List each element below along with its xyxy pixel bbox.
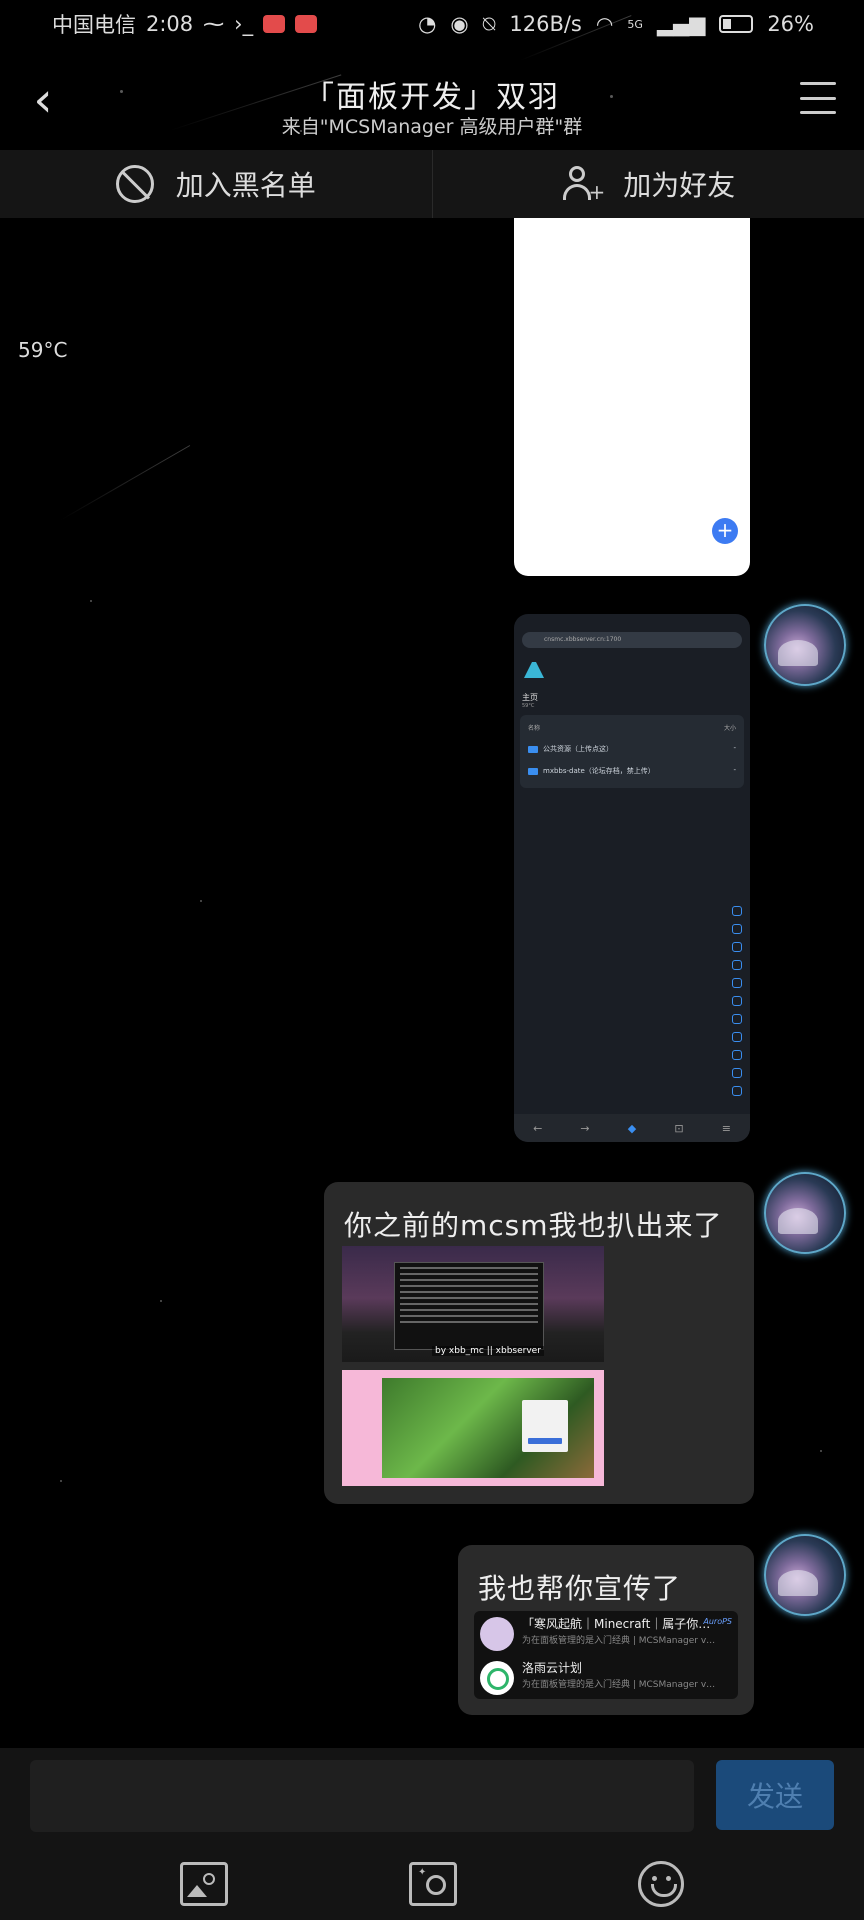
notification-icon: [295, 15, 318, 33]
message-bubble[interactable]: 你之前的mcsm我也扒出来了 by xbb_mc || xbbserver: [324, 1182, 754, 1504]
composer: 发送: [0, 1748, 864, 1920]
image-message[interactable]: +: [514, 218, 750, 576]
message-text: 你之前的mcsm我也扒出来了: [344, 1209, 723, 1242]
mute-bell-icon: ⍉: [482, 11, 496, 36]
arrow-right-icon: →: [580, 1121, 590, 1135]
shared-cards[interactable]: 「寒风起航｜Minecraft｜属子你… AuroPS 为在面板管理的是入门经典…: [474, 1611, 738, 1699]
status-right: ◔ ◉ ⍉ 126B/s ◠ 5G ▂▄▆ 26%: [418, 12, 814, 37]
file-table: 名称 大小 公共资源（上传点这） - mxbbs-date（论坛存档，禁上传） …: [520, 715, 744, 788]
send-button[interactable]: 发送: [716, 1760, 834, 1830]
activity-icon: ⁓: [203, 12, 225, 36]
card-avatar: [480, 1617, 514, 1651]
screenshot-home-label: 主页: [522, 693, 538, 702]
action-bar: 加入黑名单 + 加为好友: [0, 150, 864, 218]
wifi-icon: ◠: [595, 12, 614, 36]
avatar[interactable]: [764, 1172, 846, 1254]
notification-icon: [263, 15, 286, 33]
eye-icon: ◉: [450, 12, 469, 36]
app-logo-icon: [524, 662, 544, 678]
tabs-icon: ⊡: [674, 1121, 684, 1135]
terminal-icon: ›_: [234, 12, 254, 36]
screenshot-status-bar: [514, 614, 750, 628]
message-input[interactable]: [30, 1760, 694, 1832]
status-left: 中国电信 2:08 ⁓ ›_: [52, 9, 318, 39]
signal-bars-icon: ▂▄▆: [656, 12, 706, 36]
composer-toolbar: [0, 1856, 864, 1912]
embedded-image[interactable]: by xbb_mc || xbbserver: [342, 1246, 604, 1362]
login-dialog: [522, 1400, 568, 1452]
avatar[interactable]: [764, 1534, 846, 1616]
message-bubble[interactable]: 我也帮你宣传了 「寒风起航｜Minecraft｜属子你… AuroPS 为在面板…: [458, 1545, 754, 1715]
message-text: 我也帮你宣传了: [478, 1572, 682, 1605]
list-item[interactable]: 「寒风起航｜Minecraft｜属子你… AuroPS 为在面板管理的是入门经典…: [474, 1611, 738, 1655]
network-speed: 126B/s: [509, 12, 582, 36]
arrow-left-icon: ←: [533, 1121, 543, 1135]
folder-icon: [528, 767, 538, 775]
page-subtitle: 来自"MCSManager 高级用户群"群: [281, 116, 583, 138]
add-user-icon: +: [561, 164, 605, 204]
floating-temperature: 59°C: [18, 338, 68, 362]
emoji-icon[interactable]: [637, 1861, 684, 1907]
carrier-label: 中国电信: [52, 13, 136, 37]
menu-icon: ≡: [721, 1121, 731, 1135]
chat-header: ‹ 「面板开发」双羽 来自"MCSManager 高级用户群"群: [0, 60, 864, 140]
screenshot-side-toolbar: [732, 906, 742, 1096]
embedded-image[interactable]: [342, 1370, 604, 1486]
screenshot-home-sub: 59°C: [522, 703, 535, 709]
status-bar: 中国电信 2:08 ⁓ ›_ ◔ ◉ ⍉ 126B/s ◠ 5G ▂▄▆ 26%: [0, 0, 864, 48]
browser-icon: ◆: [627, 1121, 637, 1135]
ban-icon: [115, 165, 154, 203]
page-title: 「面板开发」双羽: [304, 80, 560, 115]
table-row: mxbbs-date（论坛存档，禁上传） -: [526, 760, 738, 782]
image-caption: by xbb_mc || xbbserver: [432, 1346, 544, 1356]
table-row: 公共资源（上传点这） -: [526, 738, 738, 760]
table-header: 名称 大小: [528, 725, 736, 732]
cloud-logo-icon: [480, 1661, 514, 1695]
terminal-window: [394, 1262, 544, 1350]
list-item[interactable]: 洛雨云计划 为在面板管理的是入门经典 | MCSManager v…: [474, 1655, 738, 1699]
screenshot-url-bar: cnsmc.xbbserver.cn:1700: [522, 632, 742, 648]
blacklist-label: 加入黑名单: [175, 169, 316, 202]
blacklist-button[interactable]: 加入黑名单: [0, 150, 432, 218]
camera-icon[interactable]: [408, 1862, 457, 1906]
battery-level: 26%: [767, 12, 814, 36]
menu-button[interactable]: [800, 82, 836, 114]
add-friend-button[interactable]: + 加为好友: [431, 150, 864, 218]
folder-icon: [528, 745, 538, 753]
image-message-screenshot[interactable]: cnsmc.xbbserver.cn:1700 主页 59°C 名称 大小 公共…: [514, 614, 750, 1142]
avatar[interactable]: [764, 604, 846, 686]
screenshot-navbar: ← → ◆ ⊡ ≡: [514, 1114, 750, 1142]
speedometer-icon: ◔: [418, 12, 437, 36]
signal-type: 5G: [627, 17, 643, 31]
clock: 2:08: [146, 12, 194, 36]
photo-icon[interactable]: [180, 1862, 229, 1906]
add-friend-label: 加为好友: [623, 169, 736, 202]
plus-icon: +: [712, 518, 738, 544]
battery-icon: [719, 15, 754, 33]
hamburger-icon: [800, 82, 836, 85]
